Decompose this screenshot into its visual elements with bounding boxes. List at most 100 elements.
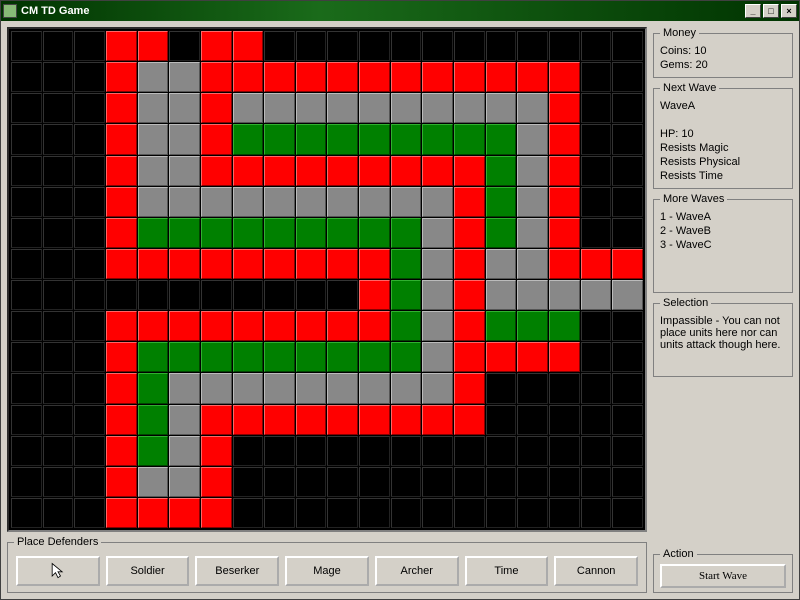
map-cell[interactable] xyxy=(106,93,137,123)
map-cell[interactable] xyxy=(106,31,137,61)
map-cell[interactable] xyxy=(233,218,264,248)
map-cell[interactable] xyxy=(581,31,612,61)
map-cell[interactable] xyxy=(359,311,390,341)
map-cell[interactable] xyxy=(201,436,232,466)
map-cell[interactable] xyxy=(169,405,200,435)
map-cell[interactable] xyxy=(391,342,422,372)
map-cell[interactable] xyxy=(581,280,612,310)
start-wave-button[interactable]: Start Wave xyxy=(660,564,786,588)
map-cell[interactable] xyxy=(169,373,200,403)
map-cell[interactable] xyxy=(486,405,517,435)
map-cell[interactable] xyxy=(391,156,422,186)
map-cell[interactable] xyxy=(422,31,453,61)
map-cell[interactable] xyxy=(11,31,42,61)
map-cell[interactable] xyxy=(43,93,74,123)
map-cell[interactable] xyxy=(106,187,137,217)
map-cell[interactable] xyxy=(201,156,232,186)
map-cell[interactable] xyxy=(327,249,358,279)
map-cell[interactable] xyxy=(138,373,169,403)
map-cell[interactable] xyxy=(454,31,485,61)
map-cell[interactable] xyxy=(169,467,200,497)
map-cell[interactable] xyxy=(486,498,517,528)
map-cell[interactable] xyxy=(264,93,295,123)
map-cell[interactable] xyxy=(391,311,422,341)
map-cell[interactable] xyxy=(359,467,390,497)
map-cell[interactable] xyxy=(138,93,169,123)
map-cell[interactable] xyxy=(74,373,105,403)
map-cell[interactable] xyxy=(11,124,42,154)
defender-archer-button[interactable]: Archer xyxy=(375,556,459,586)
map-cell[interactable] xyxy=(391,436,422,466)
map-cell[interactable] xyxy=(581,405,612,435)
map-cell[interactable] xyxy=(391,187,422,217)
map-cell[interactable] xyxy=(549,93,580,123)
map-cell[interactable] xyxy=(264,436,295,466)
map-cell[interactable] xyxy=(138,467,169,497)
map-cell[interactable] xyxy=(327,156,358,186)
map-cell[interactable] xyxy=(43,405,74,435)
map-cell[interactable] xyxy=(106,467,137,497)
map-cell[interactable] xyxy=(486,311,517,341)
map-cell[interactable] xyxy=(11,62,42,92)
map-cell[interactable] xyxy=(233,311,264,341)
defender-time-button[interactable]: Time xyxy=(465,556,549,586)
map-cell[interactable] xyxy=(296,311,327,341)
map-cell[interactable] xyxy=(11,93,42,123)
map-cell[interactable] xyxy=(296,62,327,92)
map-cell[interactable] xyxy=(106,373,137,403)
maximize-button[interactable]: □ xyxy=(763,4,779,18)
map-cell[interactable] xyxy=(549,436,580,466)
map-cell[interactable] xyxy=(11,467,42,497)
map-cell[interactable] xyxy=(201,498,232,528)
map-cell[interactable] xyxy=(43,62,74,92)
map-cell[interactable] xyxy=(517,124,548,154)
map-cell[interactable] xyxy=(517,156,548,186)
map-cell[interactable] xyxy=(11,187,42,217)
map-cell[interactable] xyxy=(138,124,169,154)
map-cell[interactable] xyxy=(327,31,358,61)
map-cell[interactable] xyxy=(74,218,105,248)
map-cell[interactable] xyxy=(612,31,643,61)
map-cell[interactable] xyxy=(517,498,548,528)
map-cell[interactable] xyxy=(138,405,169,435)
map-cell[interactable] xyxy=(454,373,485,403)
map-cell[interactable] xyxy=(138,187,169,217)
map-cell[interactable] xyxy=(454,498,485,528)
map-cell[interactable] xyxy=(517,218,548,248)
map-cell[interactable] xyxy=(517,249,548,279)
map-cell[interactable] xyxy=(201,405,232,435)
map-cell[interactable] xyxy=(454,405,485,435)
map-cell[interactable] xyxy=(549,62,580,92)
map-cell[interactable] xyxy=(74,342,105,372)
map-cell[interactable] xyxy=(581,342,612,372)
map-cell[interactable] xyxy=(169,280,200,310)
map-cell[interactable] xyxy=(422,280,453,310)
map-cell[interactable] xyxy=(391,405,422,435)
map-cell[interactable] xyxy=(422,62,453,92)
map-cell[interactable] xyxy=(549,31,580,61)
map-cell[interactable] xyxy=(612,342,643,372)
map-cell[interactable] xyxy=(264,311,295,341)
map-cell[interactable] xyxy=(201,124,232,154)
map-cell[interactable] xyxy=(233,342,264,372)
map-cell[interactable] xyxy=(422,124,453,154)
map-cell[interactable] xyxy=(138,156,169,186)
map-cell[interactable] xyxy=(264,373,295,403)
map-cell[interactable] xyxy=(11,249,42,279)
map-cell[interactable] xyxy=(296,187,327,217)
map-cell[interactable] xyxy=(43,436,74,466)
map-cell[interactable] xyxy=(486,280,517,310)
map-cell[interactable] xyxy=(549,124,580,154)
map-cell[interactable] xyxy=(549,373,580,403)
map-cell[interactable] xyxy=(422,249,453,279)
map-cell[interactable] xyxy=(549,218,580,248)
map-cell[interactable] xyxy=(454,311,485,341)
map-cell[interactable] xyxy=(517,280,548,310)
map-cell[interactable] xyxy=(233,187,264,217)
map-cell[interactable] xyxy=(359,187,390,217)
map-cell[interactable] xyxy=(106,62,137,92)
defender-soldier-button[interactable]: Soldier xyxy=(106,556,190,586)
map-cell[interactable] xyxy=(486,249,517,279)
map-cell[interactable] xyxy=(517,436,548,466)
map-cell[interactable] xyxy=(74,156,105,186)
